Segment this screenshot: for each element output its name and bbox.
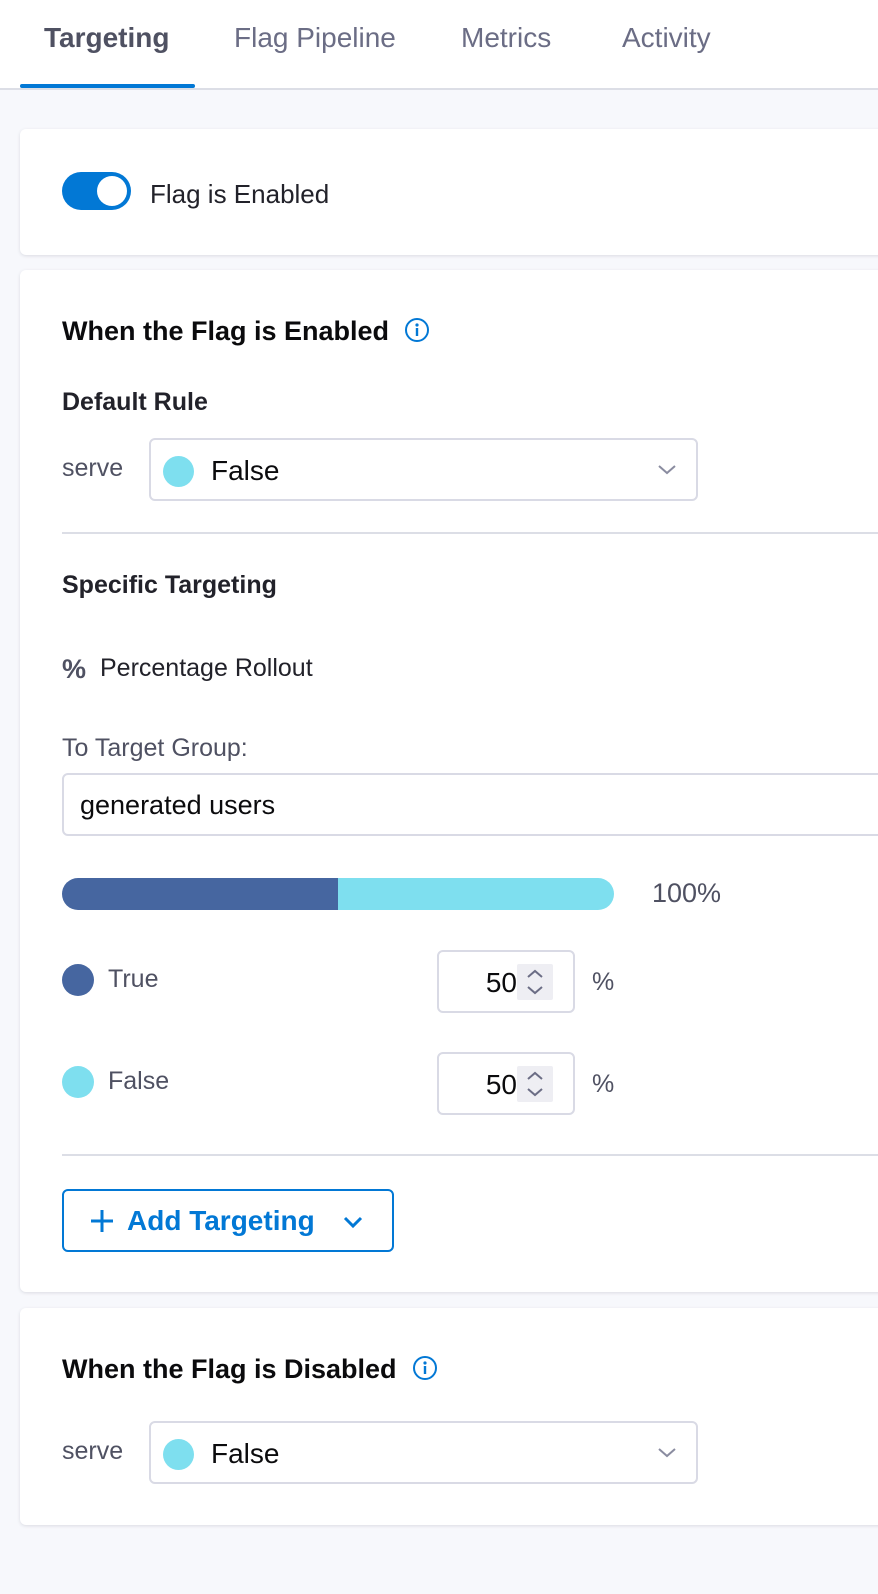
- enabled-section-title: When the Flag is Enabled: [62, 316, 390, 346]
- variation-name-true: True: [108, 965, 159, 993]
- chevron-down-icon: [343, 1216, 363, 1229]
- default-rule-heading: Default Rule: [62, 388, 208, 416]
- add-targeting-button[interactable]: Add Targeting: [62, 1189, 394, 1252]
- tab-targeting[interactable]: Targeting: [44, 22, 169, 54]
- specific-targeting-heading: Specific Targeting: [62, 571, 277, 599]
- percent-suffix: %: [592, 968, 615, 996]
- disabled-serve-value: False: [211, 1438, 280, 1469]
- percentage-rollout-label: Percentage Rollout: [100, 654, 313, 682]
- false-segment: [338, 878, 614, 910]
- disabled-section-title: When the Flag is Disabled: [62, 1354, 397, 1384]
- percentage-icon: %: [62, 654, 87, 684]
- target-group-input[interactable]: generated users: [62, 773, 878, 836]
- target-group-value: generated users: [80, 790, 276, 820]
- flag-enabled-toggle[interactable]: [62, 172, 131, 210]
- stepper-icon[interactable]: [517, 1066, 553, 1102]
- target-group-label: To Target Group:: [62, 734, 248, 762]
- true-color-dot: [62, 964, 94, 996]
- flag-status-card: Flag is Enabled: [20, 129, 878, 255]
- serve-label: serve: [62, 1437, 124, 1465]
- variation-color-dot: [163, 1439, 194, 1470]
- stepper-icon[interactable]: [517, 964, 553, 1000]
- false-color-dot: [62, 1066, 94, 1098]
- default-serve-select[interactable]: False: [149, 438, 698, 501]
- rollout-total: 100%: [652, 878, 722, 908]
- true-segment: [62, 878, 338, 910]
- plus-icon: [91, 1210, 113, 1232]
- tab-metrics[interactable]: Metrics: [461, 22, 551, 54]
- info-icon[interactable]: [412, 1355, 438, 1381]
- tab-flag-pipeline[interactable]: Flag Pipeline: [234, 22, 396, 54]
- percent-suffix: %: [592, 1070, 615, 1098]
- tab-activity[interactable]: Activity: [622, 22, 711, 54]
- flag-enabled-label: Flag is Enabled: [150, 179, 330, 209]
- enabled-rules-card: When the Flag is Enabled Default Rule se…: [20, 270, 878, 1292]
- true-percent-value: 50: [485, 967, 517, 998]
- false-percent-value: 50: [485, 1069, 517, 1100]
- active-tab-indicator: [20, 84, 195, 88]
- rollout-distribution-bar: [62, 878, 614, 910]
- info-icon[interactable]: [404, 317, 430, 343]
- divider: [62, 1154, 878, 1156]
- variation-color-dot: [163, 456, 194, 487]
- toggle-knob: [97, 176, 127, 206]
- disabled-rules-card: When the Flag is Disabled serve False: [20, 1308, 878, 1525]
- disabled-serve-select[interactable]: False: [149, 1421, 698, 1484]
- add-targeting-label: Add Targeting: [127, 1205, 315, 1236]
- divider: [62, 532, 878, 534]
- chevron-down-icon: [658, 1448, 676, 1458]
- variation-name-false: False: [108, 1067, 170, 1095]
- default-serve-value: False: [211, 455, 280, 486]
- chevron-down-icon: [658, 465, 676, 475]
- tab-bar: Targeting Flag Pipeline Metrics Activity: [0, 0, 878, 90]
- false-percent-input[interactable]: 50: [437, 1052, 575, 1115]
- true-percent-input[interactable]: 50: [437, 950, 575, 1013]
- serve-label: serve: [62, 454, 124, 482]
